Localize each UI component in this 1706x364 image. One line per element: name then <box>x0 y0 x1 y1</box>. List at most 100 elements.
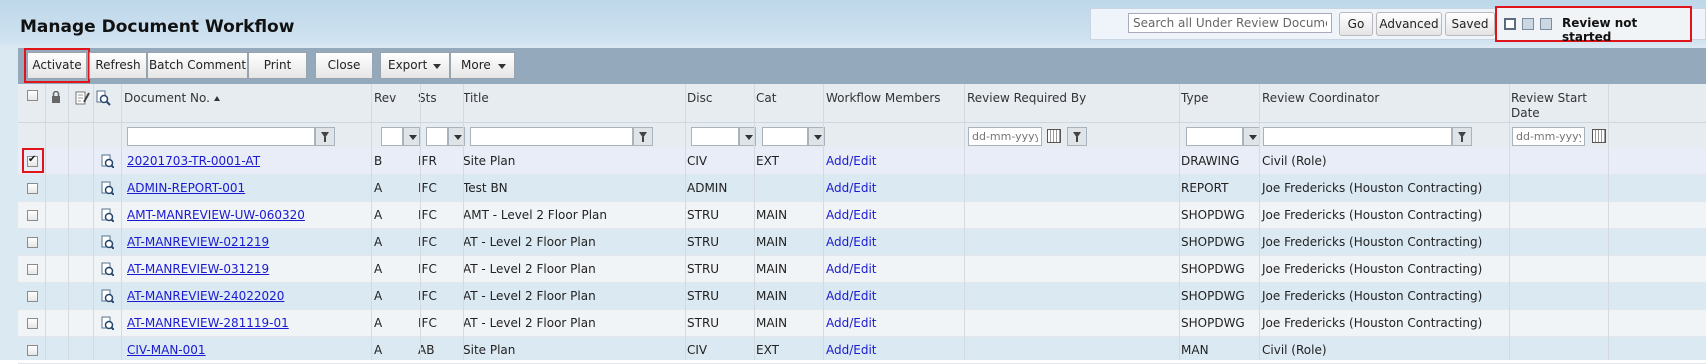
column-header-document-no[interactable]: Document No. <box>124 91 220 106</box>
chevron-down-icon[interactable] <box>1243 127 1260 146</box>
saved-searches-button[interactable]: Saved <box>1445 12 1495 36</box>
row-checkbox[interactable] <box>27 264 38 275</box>
column-divider <box>754 84 755 360</box>
column-header-review-required-by[interactable]: Review Required By <box>967 91 1086 106</box>
column-header-review-start-date[interactable]: Review Start Date <box>1511 91 1597 121</box>
cell-rev: A <box>374 181 383 195</box>
document-link[interactable]: AT-MANREVIEW-021219 <box>127 235 269 250</box>
document-link[interactable]: CIV-MAN-001 <box>127 343 206 358</box>
column-header-disc[interactable]: Disc <box>687 91 712 106</box>
select-all-checkbox[interactable] <box>27 90 38 101</box>
view-document-icon[interactable] <box>100 181 114 195</box>
cell-rev: A <box>374 343 383 357</box>
filter-icon[interactable] <box>1452 127 1472 146</box>
row-checkbox[interactable] <box>27 318 38 329</box>
column-divider <box>964 84 965 360</box>
cell-disc: STRU <box>687 208 720 222</box>
workflow-members-link[interactable]: Add/Edit <box>826 316 877 331</box>
workflow-members-link[interactable]: Add/Edit <box>826 289 877 304</box>
cell-title: AT - Level 2 Floor Plan <box>463 235 596 249</box>
workflow-members-link[interactable]: Add/Edit <box>826 343 877 358</box>
magnify-document-icon <box>96 90 111 106</box>
more-label: More <box>461 58 491 72</box>
view-option-1-icon[interactable] <box>1504 18 1516 30</box>
workflow-members-link[interactable]: Add/Edit <box>826 154 877 169</box>
cell-type: SHOPDWG <box>1181 262 1245 276</box>
cell-type: SHOPDWG <box>1181 289 1245 303</box>
filter-cat-select[interactable] <box>762 127 808 146</box>
workflow-members-link[interactable]: Add/Edit <box>826 235 877 250</box>
column-label: Document No. <box>124 91 210 105</box>
search-input[interactable] <box>1128 13 1332 33</box>
column-divider <box>1608 84 1609 360</box>
view-document-icon[interactable] <box>100 289 114 303</box>
column-divider <box>1259 84 1260 360</box>
calendar-icon[interactable] <box>1592 129 1606 143</box>
document-link[interactable]: ADMIN-REPORT-001 <box>127 181 245 196</box>
chevron-down-icon <box>498 64 506 69</box>
comment-icon <box>75 91 90 105</box>
filter-document-no-input[interactable] <box>127 127 315 146</box>
view-document-icon[interactable] <box>100 154 114 168</box>
cell-type: MAN <box>1181 343 1209 357</box>
cell-disc: CIV <box>687 154 708 168</box>
document-link[interactable]: AT-MANREVIEW-24022020 <box>127 289 284 304</box>
column-header-workflow-members[interactable]: Workflow Members <box>826 91 941 106</box>
cell-review-coordinator: Joe Fredericks (Houston Contracting) <box>1262 289 1483 303</box>
filter-sts-select[interactable] <box>426 127 448 146</box>
row-checkbox[interactable] <box>27 210 38 221</box>
view-document-icon[interactable] <box>100 316 114 330</box>
cell-disc: CIV <box>687 343 708 357</box>
filter-review-start-date[interactable] <box>1512 127 1585 146</box>
filter-review-coordinator-input[interactable] <box>1263 127 1452 146</box>
row-checkbox[interactable] <box>27 183 38 194</box>
calendar-icon[interactable] <box>1047 129 1061 143</box>
cell-type: DRAWING <box>1181 154 1240 168</box>
cell-title: AT - Level 2 Floor Plan <box>463 289 596 303</box>
filter-rev-select[interactable] <box>381 127 403 146</box>
workflow-members-link[interactable]: Add/Edit <box>826 262 877 277</box>
column-divider <box>1179 84 1180 360</box>
page-title: Manage Document Workflow <box>20 17 295 37</box>
go-button[interactable]: Go <box>1339 12 1373 36</box>
column-header-type[interactable]: Type <box>1181 91 1209 106</box>
cell-type: REPORT <box>1181 181 1229 195</box>
document-link[interactable]: AT-MANREVIEW-281119-01 <box>127 316 289 331</box>
row-checkbox[interactable] <box>27 237 38 248</box>
advanced-search-button[interactable]: Advanced <box>1376 12 1442 36</box>
view-document-icon[interactable] <box>100 208 114 222</box>
cell-rev: A <box>374 289 383 303</box>
view-option-3-icon[interactable] <box>1540 18 1552 30</box>
filter-type-select[interactable] <box>1186 127 1243 146</box>
cell-review-coordinator: Civil (Role) <box>1262 343 1327 357</box>
batch-comment-button[interactable]: Batch Comment <box>147 52 248 79</box>
cell-cat: MAIN <box>756 235 788 249</box>
workflow-members-link[interactable]: Add/Edit <box>826 181 877 196</box>
close-button[interactable]: Close <box>315 52 373 79</box>
filter-title-input[interactable] <box>470 127 633 146</box>
filter-icon[interactable] <box>1067 127 1087 146</box>
column-header-review-coordinator[interactable]: Review Coordinator <box>1262 91 1379 106</box>
filter-review-required-by-date[interactable] <box>968 127 1042 146</box>
column-header-title[interactable]: Title <box>463 91 489 106</box>
export-dropdown[interactable]: Export <box>380 52 450 79</box>
filter-icon[interactable] <box>315 127 335 146</box>
chevron-down-icon[interactable] <box>403 127 420 146</box>
row-checkbox[interactable] <box>27 291 38 302</box>
filter-disc-select[interactable] <box>691 127 739 146</box>
workflow-members-link[interactable]: Add/Edit <box>826 208 877 223</box>
document-link[interactable]: 20201703-TR-0001-AT <box>127 154 260 169</box>
row-checkbox[interactable] <box>27 345 38 356</box>
refresh-button[interactable]: Refresh <box>89 52 147 79</box>
view-option-2-icon[interactable] <box>1522 18 1534 30</box>
view-document-icon[interactable] <box>100 262 114 276</box>
cell-type: SHOPDWG <box>1181 208 1245 222</box>
print-button[interactable]: Print <box>248 52 307 79</box>
filter-icon[interactable] <box>633 127 653 146</box>
view-document-icon[interactable] <box>100 235 114 249</box>
document-link[interactable]: AMT-MANREVIEW-UW-060320 <box>127 208 305 223</box>
column-header-rev[interactable]: Rev <box>374 91 396 106</box>
column-header-cat[interactable]: Cat <box>756 91 776 106</box>
document-link[interactable]: AT-MANREVIEW-031219 <box>127 262 269 277</box>
more-dropdown[interactable]: More <box>450 52 515 79</box>
